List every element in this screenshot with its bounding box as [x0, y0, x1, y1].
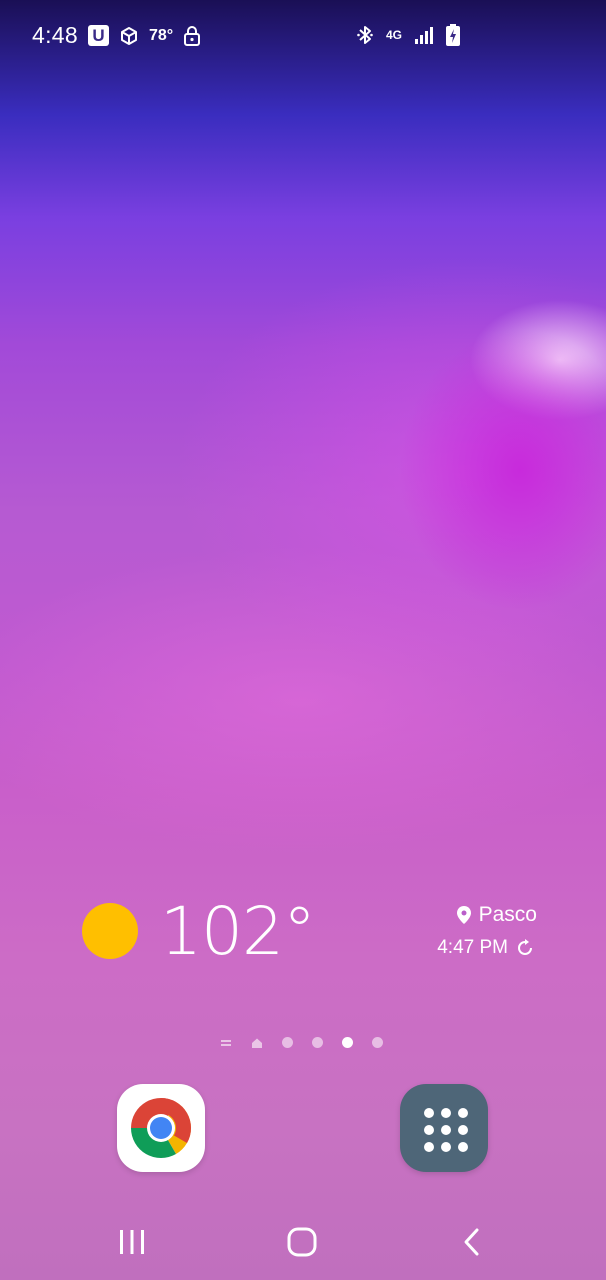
home-button[interactable]	[280, 1222, 324, 1262]
weather-updated: 4:47 PM	[437, 937, 534, 959]
page-dot[interactable]	[372, 1037, 383, 1048]
home-page-icon[interactable]	[251, 1036, 263, 1048]
page-dot[interactable]	[282, 1037, 293, 1048]
updated-time: 4:47 PM	[437, 937, 508, 958]
weather-location: Pasco	[456, 903, 537, 927]
refresh-icon[interactable]	[516, 939, 534, 957]
status-left: 4:48 U 78°	[32, 22, 201, 49]
chrome-icon	[131, 1098, 192, 1158]
back-icon	[464, 1228, 479, 1256]
app-drawer-button[interactable]	[400, 1084, 488, 1172]
u-app-icon: U	[87, 25, 109, 46]
chrome-app-icon[interactable]	[117, 1084, 205, 1172]
signal-icon	[414, 25, 434, 45]
page-dot[interactable]	[312, 1037, 323, 1048]
lock-icon	[183, 25, 201, 47]
recents-button[interactable]	[110, 1222, 154, 1262]
battery-charging-icon	[446, 24, 461, 46]
location-name: Pasco	[478, 903, 537, 926]
location-pin-icon	[456, 906, 471, 924]
back-button[interactable]	[450, 1222, 494, 1262]
status-right: 4G	[356, 24, 461, 46]
network-type: 4G	[386, 27, 403, 42]
status-bar: 4:48 U 78° 4G	[0, 0, 606, 72]
weather-temperature: 102°	[160, 893, 316, 970]
page-indicators[interactable]	[220, 1036, 390, 1050]
recents-icon	[120, 1230, 144, 1254]
bluetooth-icon	[356, 24, 374, 46]
navigation-bar	[0, 1200, 606, 1280]
menu-lines-icon[interactable]	[220, 1036, 232, 1048]
home-icon	[287, 1227, 317, 1257]
page-dot-active[interactable]	[342, 1037, 353, 1048]
box-icon	[119, 26, 139, 46]
sun-icon	[82, 903, 138, 959]
status-time: 4:48	[32, 22, 78, 48]
app-drawer-icon	[424, 1108, 468, 1152]
weather-widget[interactable]: 102° Pasco 4:47 PM	[82, 893, 542, 975]
status-temperature: 78°	[148, 26, 174, 44]
